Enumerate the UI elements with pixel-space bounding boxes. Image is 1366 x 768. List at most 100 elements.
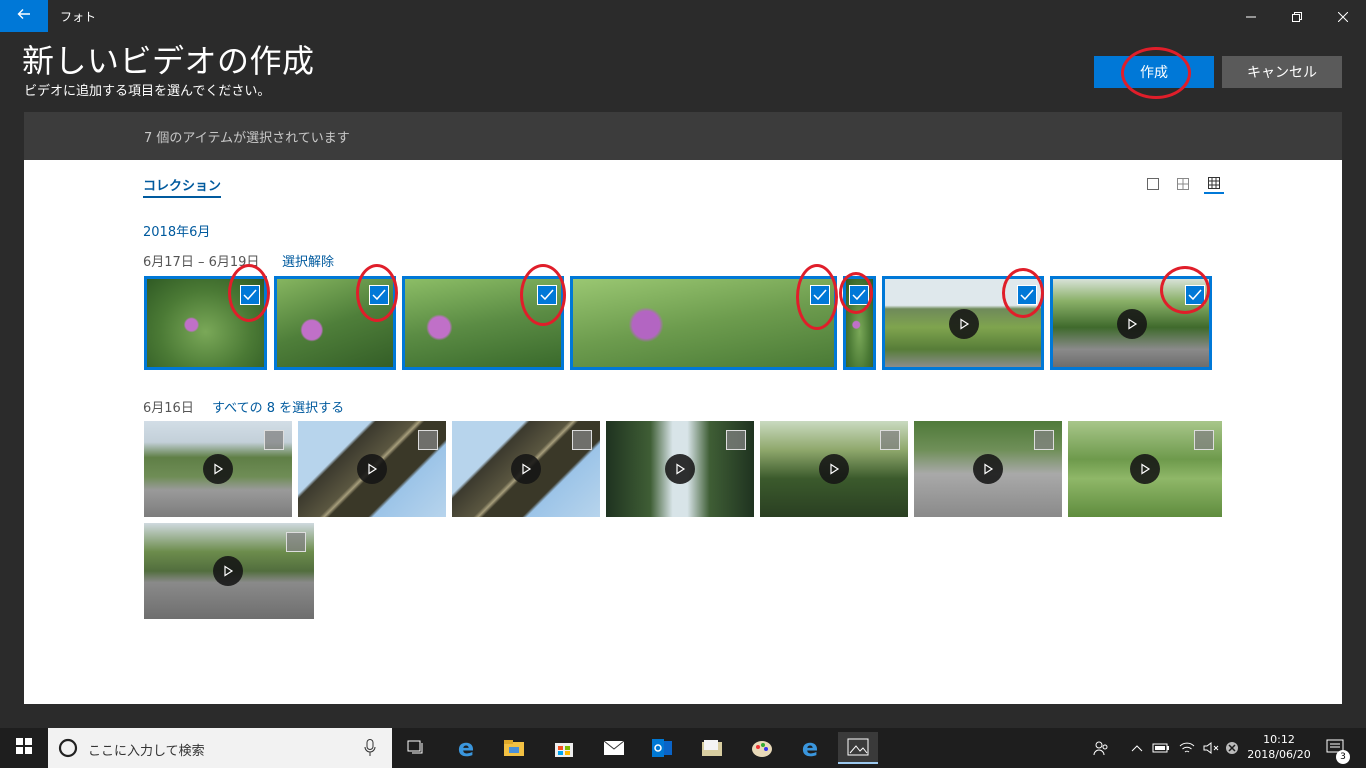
grid-view-button[interactable] [1173, 174, 1193, 194]
media-thumbnail[interactable] [1050, 276, 1212, 370]
minimize-button[interactable] [1228, 0, 1274, 32]
checkbox-unchecked[interactable] [572, 430, 592, 450]
group-date-label: 6月16日 [143, 401, 194, 416]
close-icon [1337, 7, 1349, 26]
start-button[interactable] [0, 728, 48, 768]
checkbox-checked[interactable] [1185, 285, 1205, 305]
media-thumbnail[interactable] [274, 276, 396, 370]
play-icon [203, 454, 233, 484]
people-icon[interactable] [1090, 728, 1112, 768]
media-thumbnail[interactable] [760, 421, 908, 517]
checkbox-checked[interactable] [810, 285, 830, 305]
photo-image [573, 279, 834, 367]
media-thumbnail[interactable] [1068, 421, 1222, 517]
media-thumbnail[interactable] [144, 276, 267, 370]
wifi-icon[interactable] [1176, 728, 1198, 768]
taskbar-clock[interactable]: 10:12 2018/06/20 [1244, 732, 1314, 762]
checkbox-unchecked[interactable] [264, 430, 284, 450]
play-icon [511, 454, 541, 484]
windows-logo-icon [16, 738, 32, 758]
media-thumbnail[interactable] [144, 421, 292, 517]
microphone-icon[interactable] [364, 739, 376, 761]
cancel-button[interactable]: キャンセル [1222, 56, 1342, 88]
photos-icon[interactable] [838, 732, 878, 764]
checkmark-icon [852, 286, 866, 305]
media-thumbnail[interactable] [606, 421, 754, 517]
outlook-icon[interactable] [642, 732, 682, 764]
selection-count: 7 個のアイテムが選択されています [144, 131, 350, 146]
checkbox-checked[interactable] [1017, 285, 1037, 305]
restore-icon [1292, 7, 1302, 26]
edge-icon[interactable]: e [446, 732, 486, 764]
create-button[interactable]: 作成 [1094, 56, 1214, 88]
close-button[interactable] [1320, 0, 1366, 32]
checkbox-unchecked[interactable] [286, 532, 306, 552]
grid-view-icon [1177, 175, 1189, 194]
checkbox-checked[interactable] [537, 285, 557, 305]
checkbox-unchecked[interactable] [726, 430, 746, 450]
page-title: 新しいビデオの作成 [22, 42, 315, 80]
month-heading: 2018年6月 [143, 225, 211, 240]
dense-grid-view-icon [1208, 174, 1220, 193]
taskbar-search[interactable]: ここに入力して検索 [48, 728, 392, 768]
single-view-icon [1147, 175, 1159, 194]
mail-icon[interactable] [594, 732, 634, 764]
play-icon [819, 454, 849, 484]
play-icon [1130, 454, 1160, 484]
media-thumbnail[interactable] [570, 276, 837, 370]
checkmark-icon [243, 286, 257, 305]
media-thumbnail[interactable] [914, 421, 1062, 517]
clock-time: 10:12 [1263, 733, 1295, 746]
checkbox-unchecked[interactable] [880, 430, 900, 450]
arrow-left-icon [16, 6, 32, 26]
select-all-link[interactable]: すべての 8 を選択する [212, 397, 344, 416]
notification-center-button[interactable]: 3 [1320, 728, 1350, 768]
checkbox-checked[interactable] [369, 285, 389, 305]
task-view-icon[interactable] [396, 732, 436, 764]
notification-count-badge: 3 [1336, 750, 1350, 764]
checkbox-unchecked[interactable] [1194, 430, 1214, 450]
media-thumbnail[interactable] [882, 276, 1044, 370]
dense-grid-view-button[interactable] [1204, 174, 1224, 194]
media-thumbnail[interactable] [144, 523, 314, 619]
play-icon [973, 454, 1003, 484]
media-thumbnail[interactable] [452, 421, 600, 517]
media-thumbnail[interactable] [843, 276, 876, 370]
store-icon[interactable] [544, 732, 584, 764]
ime-mode-icon[interactable] [1222, 728, 1242, 768]
checkbox-checked[interactable] [240, 285, 260, 305]
chevron-up-icon[interactable] [1128, 728, 1146, 768]
play-icon [665, 454, 695, 484]
page-subtitle: ビデオに追加する項目を選んでください。 [24, 84, 271, 99]
taskbar: ここに入力して検索 e e 10:12 2018/06/20 3 [0, 728, 1366, 768]
media-thumbnail[interactable] [298, 421, 446, 517]
group-date-label: 6月17日 – 6月19日 [143, 255, 260, 270]
minimize-icon [1246, 7, 1256, 26]
checkbox-unchecked[interactable] [418, 430, 438, 450]
paint-icon[interactable] [742, 732, 782, 764]
volume-muted-icon[interactable] [1200, 728, 1222, 768]
tab-collection[interactable]: コレクション [143, 175, 222, 198]
edge-icon[interactable]: e [790, 732, 830, 764]
checkbox-unchecked[interactable] [1034, 430, 1054, 450]
media-thumbnail[interactable] [402, 276, 564, 370]
checkmark-icon [1188, 286, 1202, 305]
app-title: フォト [60, 10, 97, 24]
clock-date: 2018/06/20 [1247, 748, 1311, 761]
single-view-button[interactable] [1143, 174, 1163, 194]
file-explorer-icon[interactable] [494, 732, 534, 764]
folder-icon[interactable] [692, 732, 732, 764]
checkbox-checked[interactable] [849, 285, 869, 305]
search-placeholder: ここに入力して検索 [88, 744, 205, 759]
deselect-link[interactable]: 選択解除 [282, 251, 334, 270]
checkmark-icon [1020, 286, 1034, 305]
restore-button[interactable] [1274, 0, 1320, 32]
checkmark-icon [813, 286, 827, 305]
play-icon [949, 309, 979, 339]
battery-icon [1150, 728, 1172, 768]
play-icon [213, 556, 243, 586]
play-icon [1117, 309, 1147, 339]
checkmark-icon [540, 286, 554, 305]
back-button[interactable] [0, 0, 48, 32]
cortana-icon [58, 738, 78, 762]
